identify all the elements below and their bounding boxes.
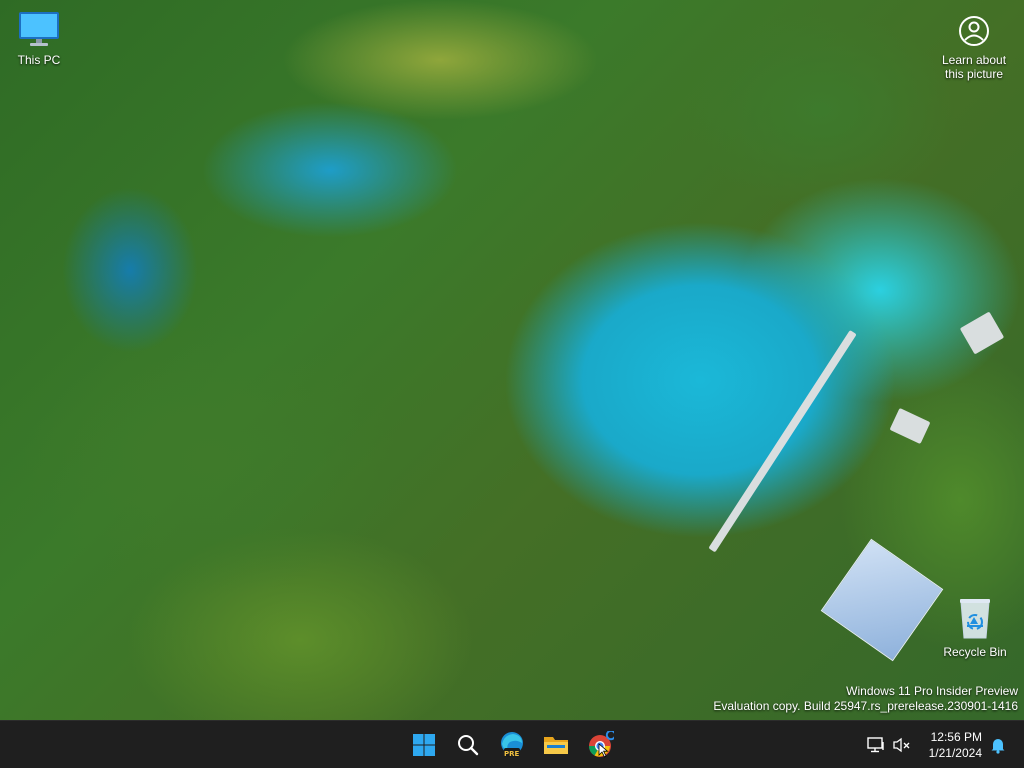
network-icon [867,737,884,753]
monitor-icon [19,12,59,46]
clock-date: 1/21/2024 [928,746,982,760]
file-explorer-button[interactable] [536,725,576,765]
network-button[interactable] [864,733,888,757]
this-pc-icon[interactable]: This PC [1,10,77,67]
this-pc-label: This PC [17,53,61,67]
watermark-line2: Evaluation copy. Build 25947.rs_prerelea… [713,699,1018,713]
wallpaper-gazebo [820,538,944,662]
edge-preview-button[interactable]: PRE [492,725,532,765]
search-button[interactable] [448,725,488,765]
clock[interactable]: 12:56 PM 1/21/2024 [929,729,982,761]
wallpaper-boardwalk [708,330,857,553]
edge-pre-badge: PRE [504,750,520,758]
chrome-button[interactable] [580,725,620,765]
recycle-bin-icon [960,599,990,639]
start-button[interactable] [404,725,444,765]
chrome-icon [589,731,614,758]
desktop-wallpaper: This PC Learn about this picture Recycle… [0,0,1024,720]
learn-line1: Learn about [941,53,1007,67]
learn-about-picture-icon[interactable]: Learn about this picture [936,14,1012,81]
bell-icon [991,739,1005,754]
wallpaper-deck-2 [889,407,931,445]
folder-icon [544,737,568,754]
volume-button[interactable] [890,733,914,757]
recycle-bin-desktop-icon[interactable]: Recycle Bin [937,596,1013,659]
volume-muted-icon [893,737,910,753]
watermark-line1: Windows 11 Pro Insider Preview [846,684,1018,698]
search-icon [458,735,479,756]
taskbar: PRE 12:56 PM 1/21/2024 [0,720,1024,768]
recycle-bin-label: Recycle Bin [943,645,1007,659]
learn-line2: this picture [944,67,1004,81]
build-watermark: Windows 11 Pro Insider Preview Evaluatio… [713,684,1018,714]
wallpaper-deck [959,311,1005,355]
notification-button[interactable] [986,733,1010,757]
camera-info-icon [959,16,989,46]
clock-time: 12:56 PM [930,730,982,744]
windows-logo-icon [413,734,435,756]
